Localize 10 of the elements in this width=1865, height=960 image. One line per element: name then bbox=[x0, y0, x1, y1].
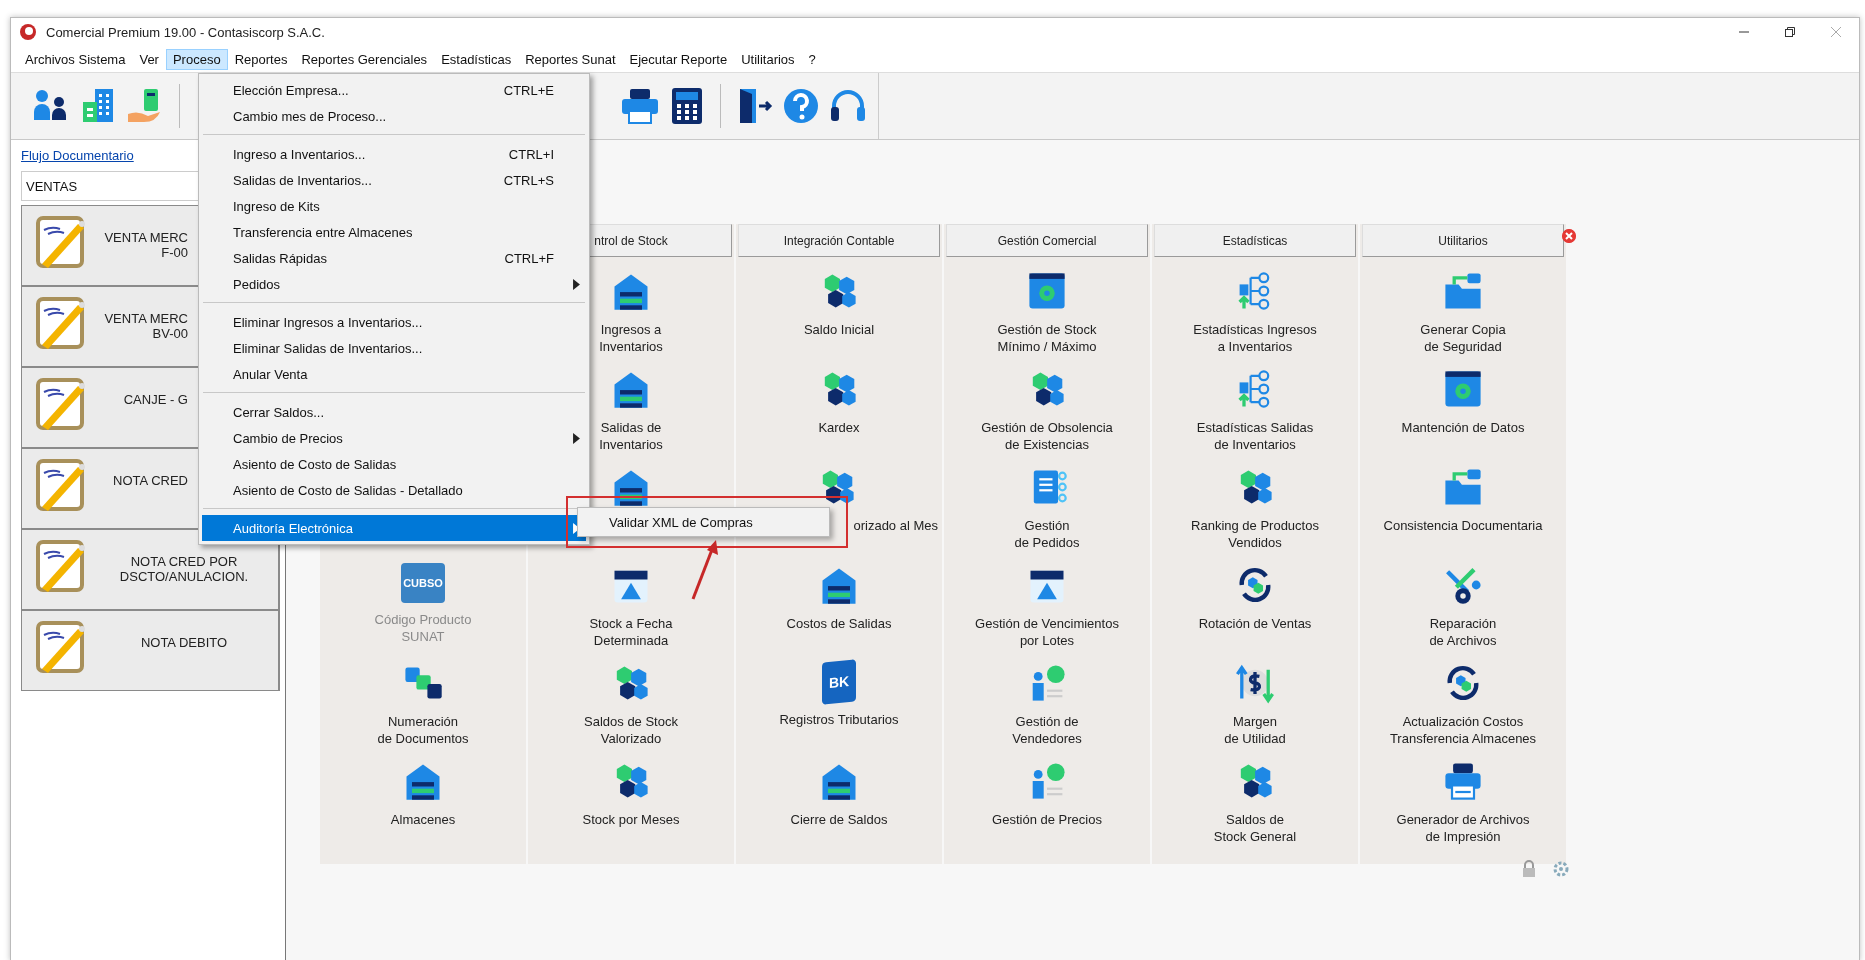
category-header: Utilitarios bbox=[1362, 224, 1564, 257]
label-tile: CUBSO bbox=[401, 563, 445, 603]
window-title: Comercial Premium 19.00 - Contasiscorp S.A.C. bbox=[46, 24, 325, 40]
shortcut-text: CTRL+I bbox=[508, 146, 554, 162]
shortcut-text: CTRL+E bbox=[503, 82, 554, 98]
category-header: Gestión Comercial bbox=[946, 224, 1148, 257]
category-header: Estadísticas bbox=[1154, 224, 1356, 257]
shortcut-text: CTRL+S bbox=[503, 172, 554, 188]
label-tile: BK bbox=[822, 659, 856, 705]
category-header: Integración Contable bbox=[738, 224, 940, 257]
